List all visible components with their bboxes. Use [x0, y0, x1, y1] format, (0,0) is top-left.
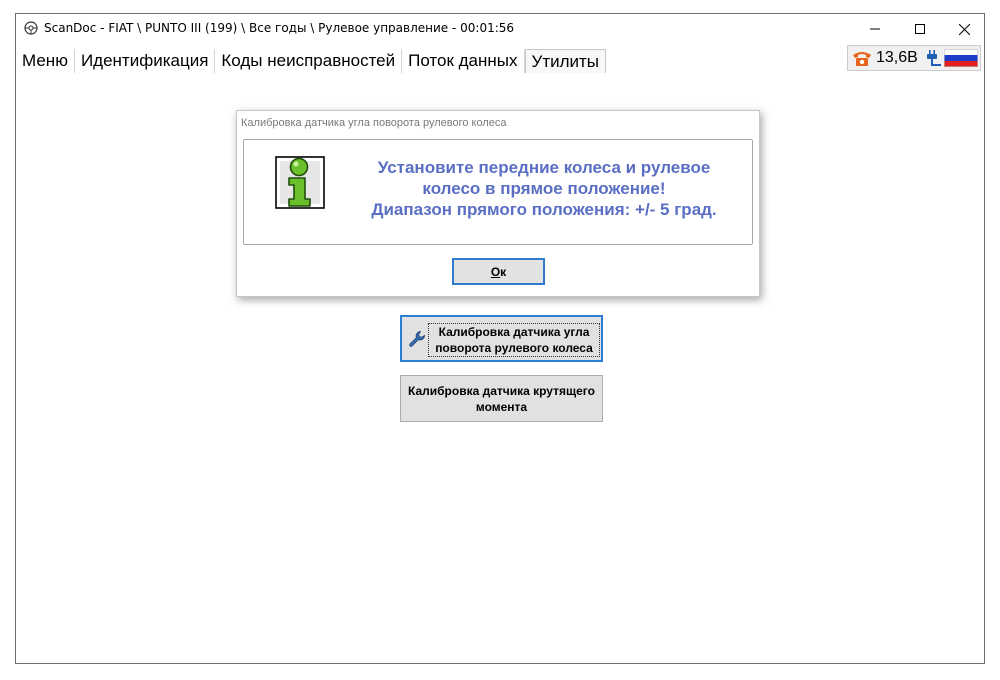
torque-calibration-label: Калибровка датчика крутящего момента: [408, 383, 595, 415]
dialog-message-panel: Установите передние колеса и рулевое кол…: [243, 139, 753, 245]
tab-utilities[interactable]: Утилиты: [524, 49, 607, 73]
maximize-button[interactable]: [898, 14, 942, 44]
torque-calibration-line: Калибровка датчика крутящего: [408, 383, 595, 398]
title-bar[interactable]: ScanDoc - FIAT \ PUNTO III (199) \ Все г…: [16, 14, 984, 44]
maximize-icon: [915, 24, 925, 34]
close-button[interactable]: [942, 14, 986, 44]
phone-icon: [853, 52, 871, 66]
dialog-title: Калибровка датчика угла поворота рулевог…: [241, 117, 507, 129]
dialog-message: Установите передние колеса и рулевое кол…: [340, 157, 748, 220]
calibration-dialog: Калибровка датчика угла поворота рулевог…: [236, 110, 760, 297]
dialog-message-line: колесо в прямое положение!: [422, 179, 666, 198]
minimize-icon: [870, 28, 880, 30]
menu-bar: Меню Идентификация Коды неисправностей П…: [16, 49, 607, 73]
torque-calibration-line: момента: [475, 399, 528, 414]
tab-menu[interactable]: Меню: [16, 49, 75, 73]
steering-calibration-label: Калибровка датчика угла поворота рулевог…: [428, 323, 600, 357]
steering-calibration-line: поворота рулевого колеса: [435, 341, 593, 355]
info-icon: [275, 156, 325, 209]
torque-sensor-calibration-button[interactable]: Калибровка датчика крутящего момента: [400, 375, 603, 422]
connection-status: 13,6В: [847, 45, 981, 71]
plug-icon: [926, 50, 941, 66]
steering-angle-calibration-button[interactable]: Калибровка датчика угла поворота рулевог…: [400, 315, 603, 362]
dialog-message-line: Диапазон прямого положения: +/- 5 град.: [371, 200, 717, 219]
voltage-value: 13,6В: [876, 49, 918, 66]
russian-flag-icon: [943, 49, 978, 67]
close-icon: [958, 23, 970, 35]
window-title: ScanDoc - FIAT \ PUNTO III (199) \ Все г…: [44, 21, 515, 35]
wrench-icon: [409, 331, 425, 347]
dialog-message-line: Установите передние колеса и рулевое: [377, 158, 711, 177]
ok-button-label: к: [500, 264, 507, 279]
tab-fault-codes[interactable]: Коды неисправностей: [215, 49, 403, 73]
tab-data-stream[interactable]: Поток данных: [402, 49, 525, 73]
tab-identification[interactable]: Идентификация: [74, 49, 216, 73]
steering-calibration-line: Калибровка датчика угла: [438, 325, 590, 339]
minimize-button[interactable]: [853, 14, 897, 44]
ok-button[interactable]: Ок: [452, 258, 545, 285]
ok-button-mnemonic: О: [490, 264, 501, 279]
app-window: ScanDoc - FIAT \ PUNTO III (199) \ Все г…: [15, 13, 985, 664]
steering-wheel-icon: [24, 21, 38, 35]
